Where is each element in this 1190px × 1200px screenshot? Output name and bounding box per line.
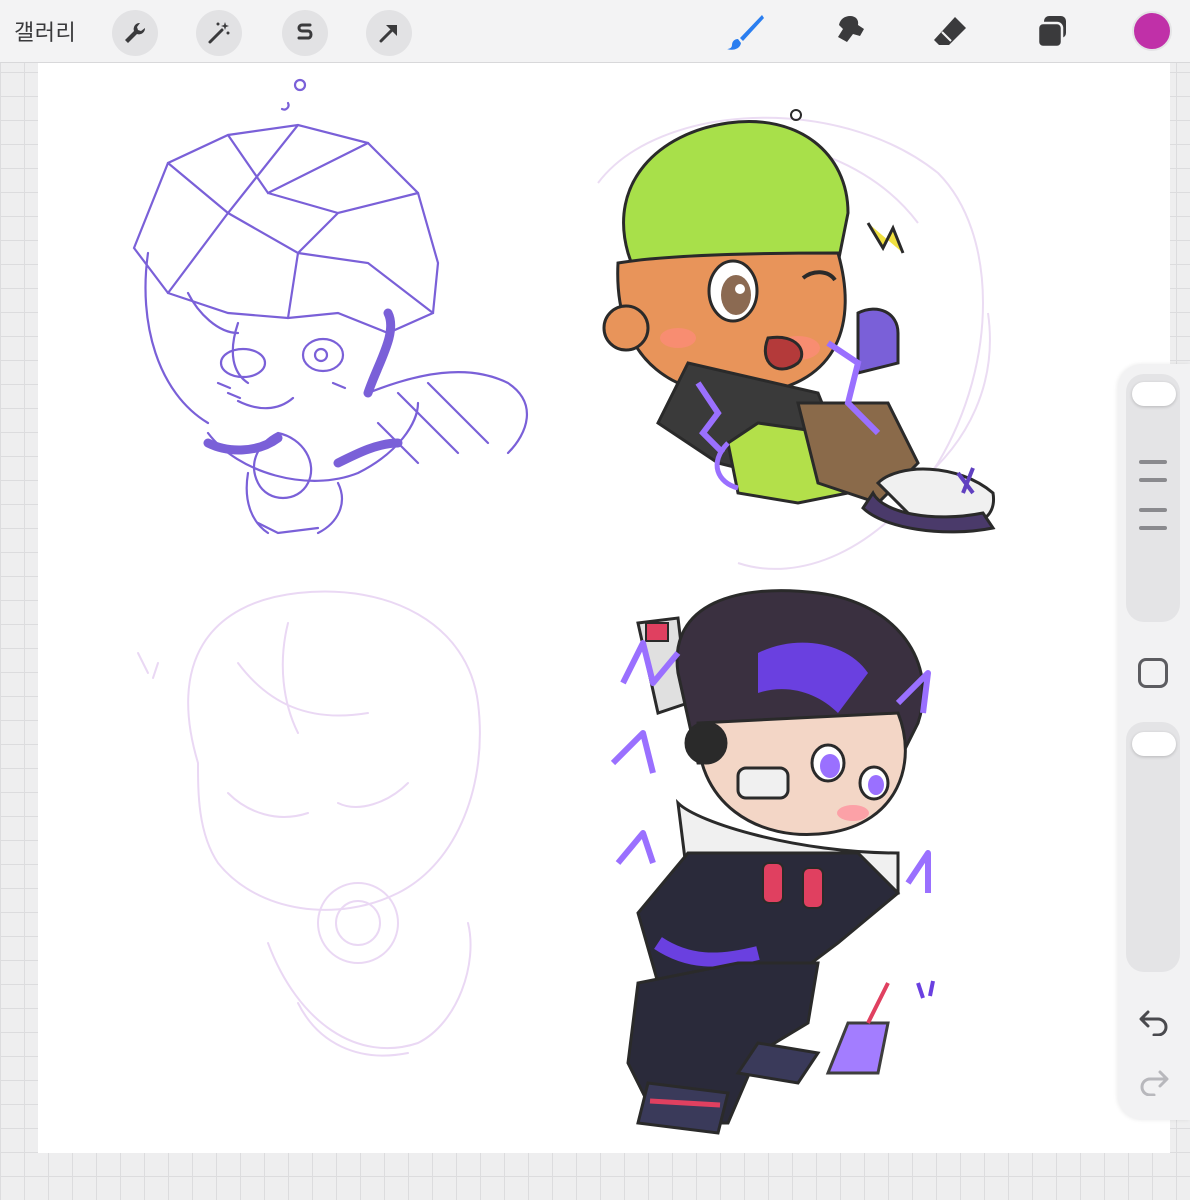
canvas-artwork — [132, 78, 996, 1135]
magic-wand-icon[interactable] — [196, 10, 242, 56]
layers-icon[interactable] — [1030, 12, 1074, 52]
brush-size-slider[interactable] — [1126, 374, 1180, 622]
grip-line — [1139, 460, 1167, 464]
grip-line — [1139, 478, 1167, 482]
modify-button[interactable] — [1138, 658, 1168, 688]
purple-sketch-character — [132, 78, 528, 535]
side-toolbar — [1118, 364, 1190, 1120]
brush-size-slider-thumb[interactable] — [1132, 382, 1176, 406]
undo-icon[interactable] — [1136, 1004, 1172, 1040]
dark-hair-chibi-character — [610, 589, 935, 1135]
purple-ribbon-strokes — [203, 308, 403, 468]
transform-arrow-icon[interactable] — [366, 10, 412, 56]
smudge-icon[interactable] — [828, 12, 872, 52]
color-picker-button[interactable] — [1132, 11, 1172, 51]
eraser-icon[interactable] — [928, 12, 972, 52]
drawing-canvas[interactable] — [38, 63, 1170, 1153]
opacity-slider[interactable] — [1126, 722, 1180, 972]
opacity-slider-thumb[interactable] — [1132, 732, 1176, 756]
wrench-icon[interactable] — [112, 10, 158, 56]
green-hair-chibi-character — [602, 109, 996, 534]
redo-icon[interactable] — [1136, 1064, 1172, 1100]
gallery-button[interactable]: 갤러리 — [14, 15, 76, 47]
brush-icon[interactable] — [724, 12, 768, 52]
grip-line — [1139, 508, 1167, 512]
grip-line — [1139, 526, 1167, 530]
selection-icon[interactable] — [282, 10, 328, 56]
faint-pink-sketch — [137, 590, 481, 1057]
top-toolbar: 갤러리 — [0, 0, 1190, 63]
